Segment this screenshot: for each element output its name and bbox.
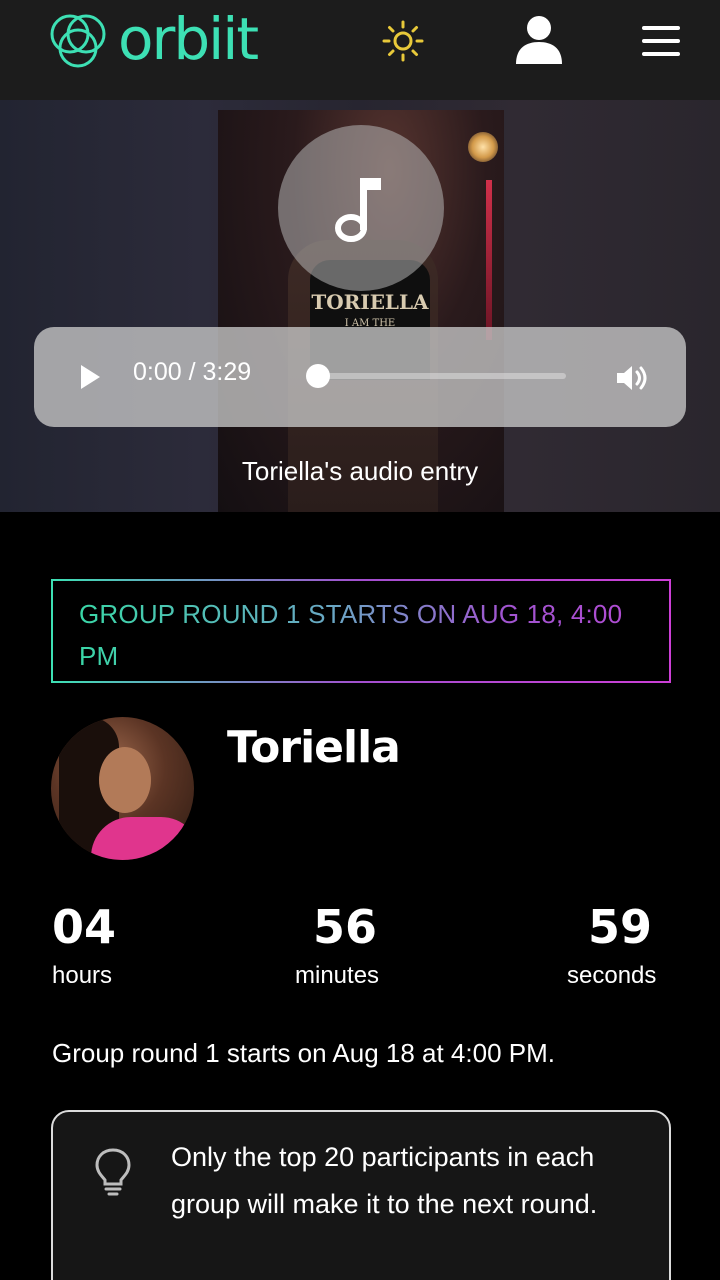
account-button[interactable] <box>514 14 564 66</box>
play-icon <box>81 365 100 389</box>
orbit-rings-logo <box>50 14 106 68</box>
theme-toggle-button[interactable] <box>382 20 424 62</box>
menu-button[interactable] <box>640 22 684 60</box>
announcement-text: GROUP ROUND 1 STARTS ON AUG 18, 4:00 PM <box>79 593 643 677</box>
tip-box: Only the top 20 participants in each gro… <box>51 1110 671 1280</box>
top-bar: orbiit <box>0 0 720 100</box>
stage-light-pole <box>486 180 492 340</box>
countdown-minutes: 56 <box>313 900 378 954</box>
sun-icon <box>382 20 424 62</box>
user-icon <box>516 16 562 64</box>
participant-name: Toriella <box>227 722 401 773</box>
avatar[interactable] <box>51 717 194 860</box>
seek-handle[interactable] <box>306 364 330 388</box>
music-note-icon <box>335 178 381 242</box>
shirt-text: TORIELLA <box>311 290 429 314</box>
countdown-minutes-label: minutes <box>295 962 380 989</box>
countdown-seconds: 59 <box>588 900 653 954</box>
avatar-face <box>99 747 151 813</box>
music-note-badge <box>278 125 444 291</box>
logo-text: orbiit <box>118 5 259 73</box>
audio-entry-media: TORIELLA I AM THE 0:00 / 3:29 Toriella's… <box>0 100 720 512</box>
lightbulb-icon <box>93 1146 133 1198</box>
stage-light <box>468 132 498 162</box>
countdown-seconds-label: seconds <box>567 962 657 989</box>
round-announcement-banner: GROUP ROUND 1 STARTS ON AUG 18, 4:00 PM <box>51 579 671 683</box>
round-start-info: Group round 1 starts on Aug 18 at 4:00 P… <box>52 1038 555 1068</box>
hamburger-menu-icon <box>642 26 680 56</box>
countdown-hours-label: hours <box>52 962 113 989</box>
volume-button[interactable] <box>614 362 650 394</box>
volume-icon <box>617 366 647 390</box>
brand-logo[interactable]: orbiit <box>44 5 259 76</box>
play-button[interactable] <box>76 362 104 392</box>
audio-caption: Toriella's audio entry <box>241 456 479 486</box>
seek-bar[interactable] <box>318 373 566 379</box>
playback-time: 0:00 / 3:29 <box>133 358 252 386</box>
countdown-hours: 04 <box>52 900 117 954</box>
tip-text: Only the top 20 participants in each gro… <box>171 1142 598 1219</box>
